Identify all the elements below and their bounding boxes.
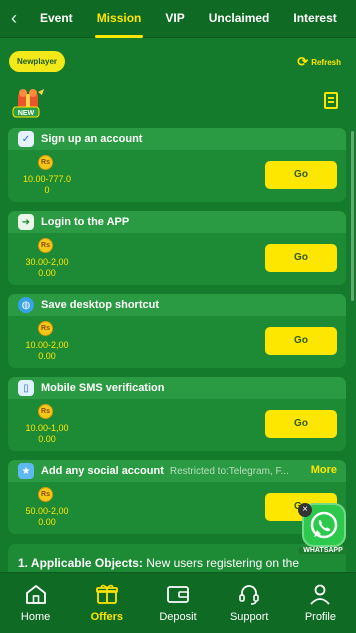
whatsapp-floating-button[interactable]: × WHATSAPP	[298, 503, 348, 561]
nav-item-deposit[interactable]: Deposit	[142, 573, 213, 633]
task-title: Sign up an account	[41, 133, 143, 145]
nav-label-deposit: Deposit	[159, 611, 197, 623]
go-button[interactable]: Go	[265, 410, 337, 438]
support-icon	[239, 585, 260, 605]
nav-label-offers: Offers	[90, 611, 123, 623]
app-login-icon: ➜	[18, 214, 34, 230]
go-button[interactable]: Go	[265, 327, 337, 355]
nav-item-support[interactable]: Support	[214, 573, 285, 633]
tab-interest[interactable]: Interest	[281, 0, 348, 38]
task-title: Mobile SMS verification	[41, 382, 165, 394]
task-reward: 10.00-2,00 0.00	[25, 340, 69, 361]
nav-item-profile[interactable]: Profile	[285, 573, 356, 633]
whatsapp-label: WHATSAPP	[298, 547, 348, 554]
offers-icon	[95, 584, 118, 604]
more-link[interactable]: More	[311, 464, 337, 476]
top-tab-bar: ‹ Event Mission VIP Unclaimed Interest	[0, 0, 356, 38]
rupee-coin-icon: Rs	[38, 238, 53, 253]
nav-item-offers[interactable]: Offers	[71, 573, 142, 633]
task-title: Save desktop shortcut	[41, 299, 159, 311]
tab-unclaimed[interactable]: Unclaimed	[197, 0, 282, 38]
task-card: ★ Add any social account Restricted to:T…	[8, 460, 346, 534]
task-card: ➜ Login to the APP Rs 30.00-2,00 0.00 Go	[8, 211, 346, 285]
go-button[interactable]: Go	[265, 161, 337, 189]
tab-mission[interactable]: Mission	[85, 0, 154, 38]
deposit-icon	[167, 586, 189, 603]
tab-event[interactable]: Event	[28, 0, 85, 38]
rules-heading: 1. Applicable Objects:	[18, 556, 143, 570]
close-icon[interactable]: ×	[298, 503, 312, 517]
nav-item-home[interactable]: Home	[0, 573, 71, 633]
rules-document-icon[interactable]	[324, 92, 338, 109]
task-title: Login to the APP	[41, 216, 130, 228]
rules-text: New users registering on the	[146, 556, 300, 570]
task-reward: 30.00-2,00 0.00	[25, 257, 69, 278]
task-card: ✓ Sign up an account Rs 10.00-777.0 0 Go	[8, 128, 346, 202]
refresh-label: Refresh	[311, 57, 341, 67]
profile-icon	[310, 584, 331, 605]
new-badge-text: NEW	[18, 110, 35, 117]
task-card: ▯ Mobile SMS verification Rs 10.00-1,00 …	[8, 377, 346, 451]
rupee-coin-icon: Rs	[38, 404, 53, 419]
nav-label-home: Home	[20, 611, 51, 623]
rupee-coin-icon: Rs	[38, 155, 53, 170]
refresh-icon: ⟳	[297, 54, 309, 69]
tab-vip[interactable]: VIP	[153, 0, 196, 38]
home-icon	[25, 585, 46, 604]
phone-check-icon: ✓	[18, 131, 34, 147]
refresh-button[interactable]: ⟳ Refresh	[297, 54, 341, 70]
task-restriction-note: Restricted to:Telegram, F...	[169, 465, 289, 477]
nav-label-profile: Profile	[304, 611, 336, 623]
star-icon: ★	[18, 463, 34, 479]
task-reward: 10.00-777.0 0	[22, 174, 72, 195]
new-gift-icon: NEW	[12, 89, 44, 118]
task-reward: 10.00-1,00 0.00	[25, 423, 69, 444]
go-button[interactable]: Go	[265, 244, 337, 272]
newplayer-filter-button[interactable]: Newplayer	[9, 51, 65, 72]
task-list: ✓ Sign up an account Rs 10.00-777.0 0 Go…	[8, 128, 346, 543]
back-arrow-icon[interactable]: ‹	[0, 8, 28, 29]
mobile-icon: ▯	[18, 380, 34, 396]
globe-icon: ◍	[18, 297, 34, 313]
nav-label-support: Support	[229, 611, 269, 623]
task-title: Add any social account	[41, 465, 164, 477]
bottom-nav: Home Offers Deposit Support Profile	[0, 572, 356, 633]
task-reward: 50.00-2,00 0.00	[25, 506, 69, 527]
rupee-coin-icon: Rs	[38, 487, 53, 502]
scrollbar[interactable]	[351, 131, 354, 301]
task-card: ◍ Save desktop shortcut Rs 10.00-2,00 0.…	[8, 294, 346, 368]
rupee-coin-icon: Rs	[38, 321, 53, 336]
